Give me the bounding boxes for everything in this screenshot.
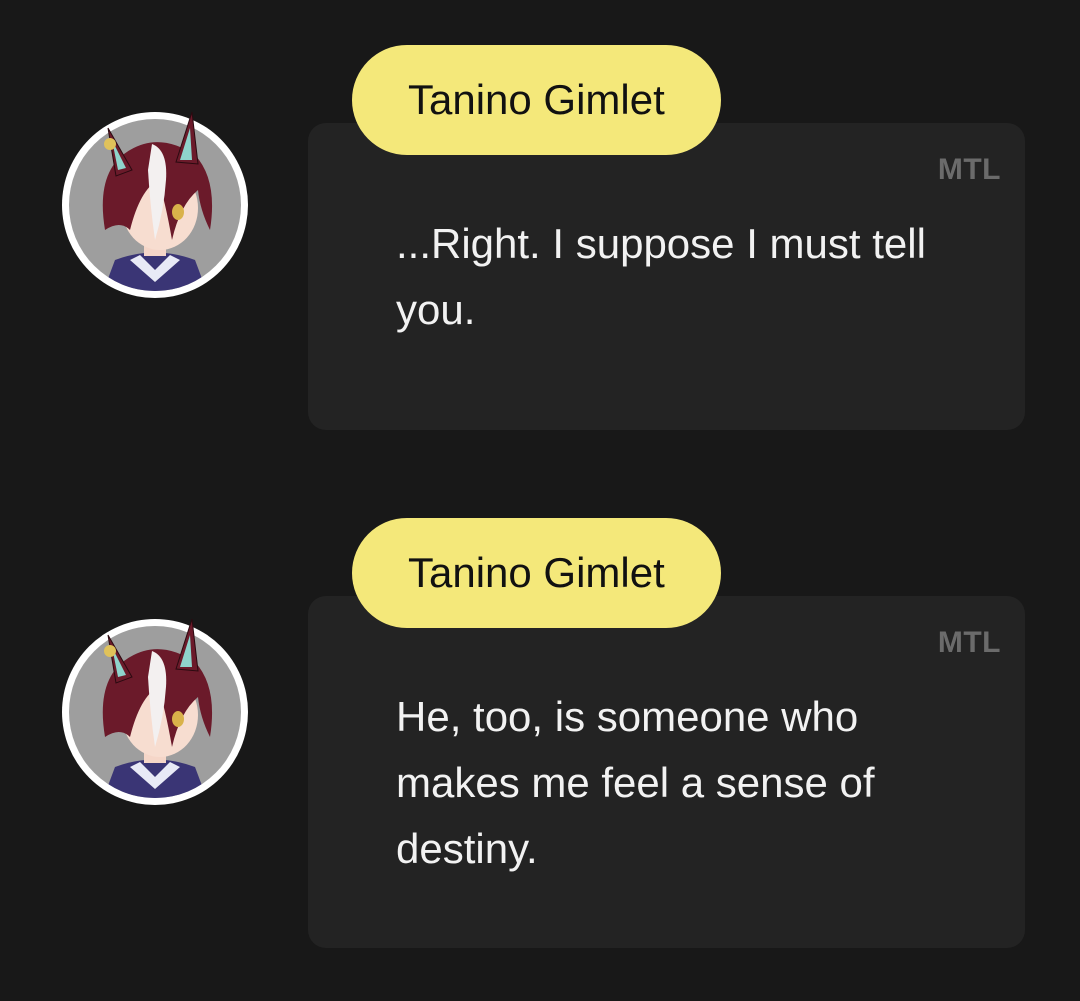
character-portrait-icon — [62, 618, 248, 805]
message-text: He, too, is someone who makes me feel a … — [396, 693, 875, 872]
speaker-name-tag: Tanino Gimlet — [352, 45, 721, 155]
avatar[interactable] — [60, 617, 250, 807]
speaker-name-tag: Tanino Gimlet — [352, 518, 721, 628]
chat-message: MTL ...Right. I suppose I must tell you.… — [0, 0, 1080, 480]
avatar[interactable] — [60, 110, 250, 300]
message-bubble: MTL ...Right. I suppose I must tell you. — [308, 123, 1025, 430]
mtl-badge: MTL — [937, 153, 1001, 186]
message-text: ...Right. I suppose I must tell you. — [396, 220, 926, 333]
character-portrait-icon — [62, 111, 248, 298]
mtl-badge: MTL — [937, 626, 1001, 659]
message-bubble: MTL He, too, is someone who makes me fee… — [308, 596, 1025, 948]
chat-message: MTL He, too, is someone who makes me fee… — [0, 480, 1080, 1001]
